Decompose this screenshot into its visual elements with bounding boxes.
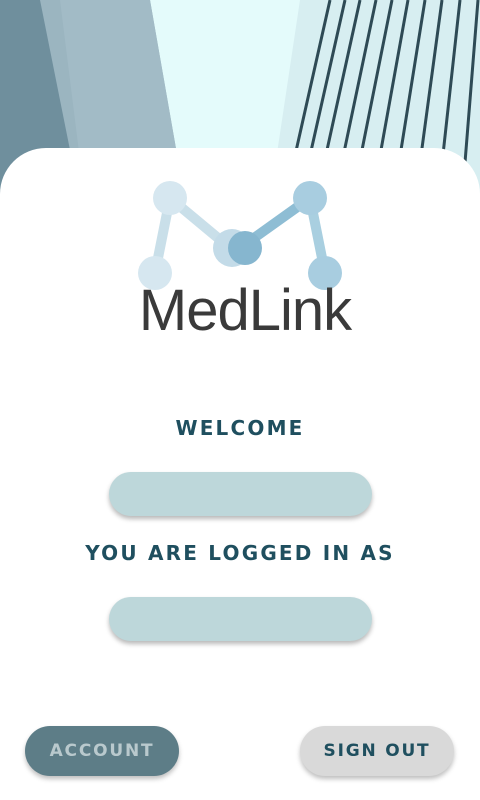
logged-in-user-field — [109, 597, 372, 641]
sign-out-button[interactable]: SIGN OUT — [300, 726, 454, 776]
medlink-logo: MedLink — [110, 178, 380, 348]
logged-in-as-heading: YOU ARE LOGGED IN AS — [85, 541, 395, 565]
welcome-name-field — [109, 472, 372, 516]
welcome-heading: WELCOME — [175, 416, 305, 440]
app-screen: MedLink WELCOME YOU ARE LOGGED IN AS ACC… — [0, 0, 480, 800]
logo-wordmark: MedLink — [138, 278, 352, 343]
account-button[interactable]: ACCOUNT — [25, 726, 179, 776]
